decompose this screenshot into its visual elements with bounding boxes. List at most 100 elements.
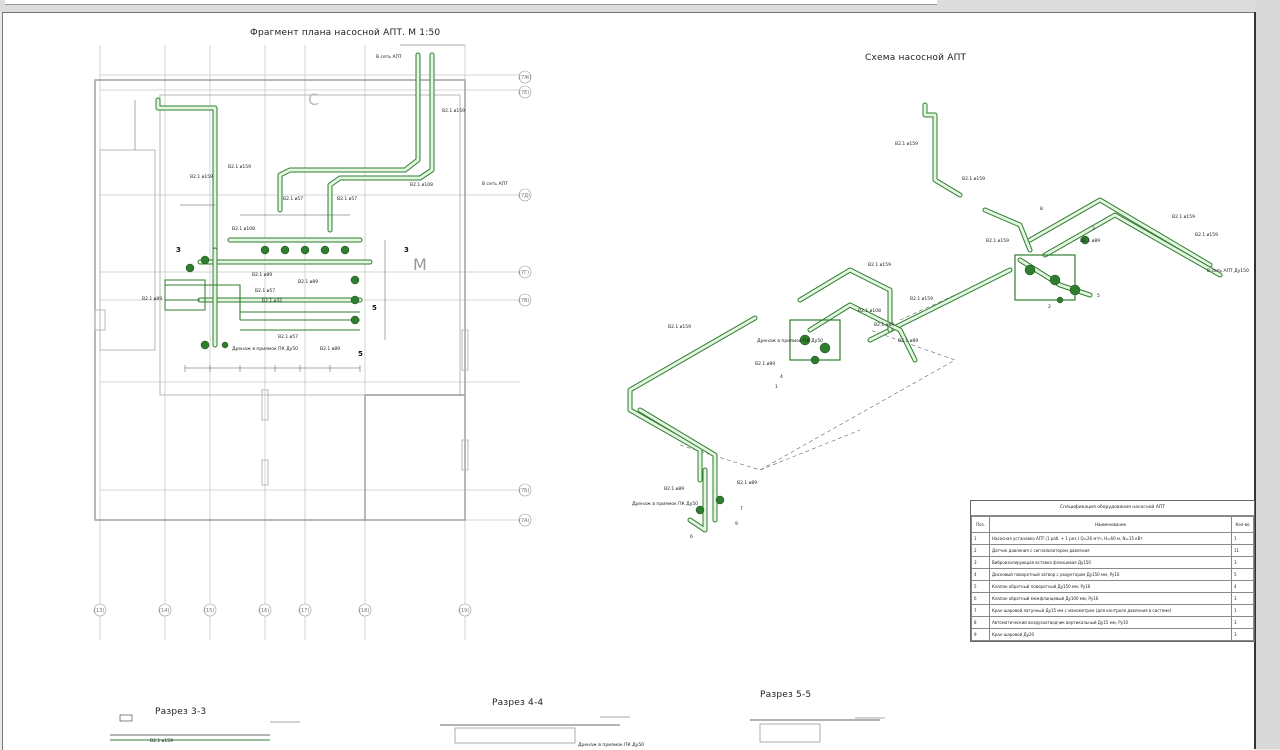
pipe-label: В2.1 ø159 (1195, 232, 1218, 238)
axis-bubble-label: (7А) (519, 518, 530, 524)
position-mark: 2 (1048, 304, 1051, 310)
spec-cell: 1 (971, 532, 990, 545)
pipe-label: В2.1 ø159 (868, 262, 891, 268)
network-label: В сеть АПТ Ду150 (1207, 268, 1249, 274)
pipe-label: В2.1 ø159 (962, 176, 985, 182)
pipe-label: В2.1 ø89 (664, 486, 684, 492)
spec-row: 6 Клапан обратный межфланцевый Ду100 мм, … (971, 592, 1254, 605)
drain-label: Дренаж в приямок ПК Ду50 (578, 742, 644, 748)
pipe-label: В2.1 ø159 (190, 174, 213, 180)
spec-cell: 5 (1231, 568, 1254, 581)
position-mark: 1 (775, 384, 778, 390)
axis-bubble-label: (7Е) (519, 90, 529, 96)
spec-cell: 6 (971, 592, 990, 605)
network-label: В сеть АПТ (482, 181, 508, 187)
pipe-label: В2.1 ø89 (320, 346, 340, 352)
position-mark: 7 (740, 506, 743, 512)
network-label: В сеть АПТ (376, 54, 402, 60)
spec-cell: Автоматический воздухоотводчик вертикаль… (989, 616, 1232, 629)
pipe-label: В2.1 ø159 (668, 324, 691, 330)
spec-cell: Насосная установка АПТ (1 раб. + 1 рез.)… (989, 532, 1232, 545)
section-mark: 5 (372, 304, 377, 312)
room-marker: С (308, 90, 319, 109)
spec-cell: 3 (1231, 616, 1254, 629)
spec-cell: 1 (1231, 532, 1254, 545)
spec-cell: 7 (971, 604, 990, 617)
spec-header-cell: Поз. (971, 516, 990, 533)
section-mark: 5 (358, 350, 363, 358)
axis-bubble-label: (7Б) (519, 488, 530, 494)
drain-label: Дренаж в приямок ПК Ду50 (632, 501, 698, 507)
pipe-label: В2.1 ø89 (755, 361, 775, 367)
spec-table: Поз. Наименование Кол-во 1 Насосная устан… (971, 516, 1254, 641)
section-views (110, 714, 885, 744)
spec-cell: 1 (1231, 604, 1254, 617)
pipe-label: В2.1 ø32 (262, 298, 282, 304)
spec-cell: Клапан обратный межфланцевый Ду100 мм, Р… (989, 592, 1232, 605)
position-mark: 9 (735, 521, 738, 527)
drain-label: Дренаж в приямок ПК Ду50 (232, 346, 298, 352)
spec-header-row: Поз. Наименование Кол-во (971, 516, 1254, 533)
spec-row: 4 Дисковый поворотный затвор с редуктором… (971, 568, 1254, 581)
spec-cell: Виброизолирующая вставка фланцевая Ду150 (989, 556, 1232, 569)
spec-row: 8 Автоматический воздухоотводчик вертикал… (971, 616, 1254, 629)
axis-bubble-label: (15) (204, 608, 214, 614)
position-mark: 6 (690, 534, 693, 540)
axis-bubble-label: (18) (359, 608, 369, 614)
position-mark: 4 (780, 374, 783, 380)
spec-cell: 8 (971, 616, 990, 629)
spec-header-cell: Кол-во (1231, 516, 1254, 533)
pipe-label: В2.1 ø108 (410, 182, 433, 188)
plan-piping (155, 52, 435, 350)
pipe-label: В2.1 ø89 (898, 338, 918, 344)
grid-axis-bubbles-bottom: (13) (14) (15) (16) (17) (18) (19) (93, 603, 472, 617)
position-mark: 8 (1040, 206, 1043, 212)
pipe-label: В2.1 ø159 (1172, 214, 1195, 220)
pipe-label: В2.1 ø159 (228, 164, 251, 170)
spec-title: Спецификация оборудования насосной АПТ (971, 501, 1254, 516)
pipe-label: В2.1 ø108 (858, 308, 881, 314)
axis-bubble-label: (19) (459, 608, 469, 614)
pipe-label: В2.1 ø57 (278, 334, 298, 340)
axis-bubble-label: (13) (94, 608, 104, 614)
pipe-label: В2.1 ø89 (1080, 238, 1100, 244)
drain-label: Дренаж в приямок ПК Ду50 (757, 338, 823, 344)
axis-bubble-label: (7Г) (519, 270, 529, 276)
spec-cell: Кран шаровой Ду20 (989, 628, 1232, 641)
spec-header-cell: Наименование (989, 516, 1232, 533)
spec-cell: 3 (1231, 556, 1254, 569)
pipe-label: В2.1 ø108 (232, 226, 255, 232)
spec-row: 1 Насосная установка АПТ (1 раб. + 1 рез.… (971, 532, 1254, 545)
equipment-specification-table: Спецификация оборудования насосной АПТ П… (970, 500, 1255, 642)
pipe-label: В2.1 ø57 (283, 196, 303, 202)
position-mark: 3 (1092, 226, 1095, 232)
pipe-label: В2.1 ø159 (986, 238, 1009, 244)
spec-cell: Кран шаровой латунный Ду15 мм с манометр… (989, 604, 1232, 617)
spec-row: 3 Виброизолирующая вставка фланцевая Ду15… (971, 556, 1254, 569)
spec-cell: 5 (971, 580, 990, 593)
pipe-label: В2.1 ø89 (252, 272, 272, 278)
axis-bubble-label: (17) (299, 608, 309, 614)
axis-bubble-label: (7Д) (519, 193, 530, 199)
spec-cell: 4 (971, 568, 990, 581)
pipe-label: В2.1 ø89 (142, 296, 162, 302)
pipe-label: В2.1 ø89 (298, 279, 318, 285)
spec-cell: Датчик давления с сигнализатором давлени… (989, 544, 1232, 557)
pipe-label: В2.1 ø89 (737, 480, 757, 486)
spec-cell: 2 (971, 544, 990, 557)
spec-cell: 4 (1231, 580, 1254, 593)
pipe-label: В2.1 ø159 (910, 296, 933, 302)
spec-cell: 11 (1231, 544, 1254, 557)
plan-grid (99, 45, 520, 640)
axis-bubble-label: (7Ж) (519, 75, 532, 81)
spec-cell: Клапан обратный поворотный Ду150 мм, Ру1… (989, 580, 1232, 593)
pipe-label: В2.1 ø159 (150, 738, 173, 744)
isometric-scheme (627, 102, 1223, 533)
spec-row: 7 Кран шаровой латунный Ду15 мм с маномет… (971, 604, 1254, 617)
grid-axis-bubbles-right: (7Ж) (7Е) (7Д) (7Г) (7В) (7Б) (7А) (518, 70, 532, 527)
axis-bubble-label: (14) (159, 608, 169, 614)
pipe-label: В2.1 ø159 (895, 141, 918, 147)
spec-row: 9 Кран шаровой Ду20 3 (971, 628, 1254, 641)
section-mark: 3 (404, 246, 409, 254)
section-mark: 3 (176, 246, 181, 254)
